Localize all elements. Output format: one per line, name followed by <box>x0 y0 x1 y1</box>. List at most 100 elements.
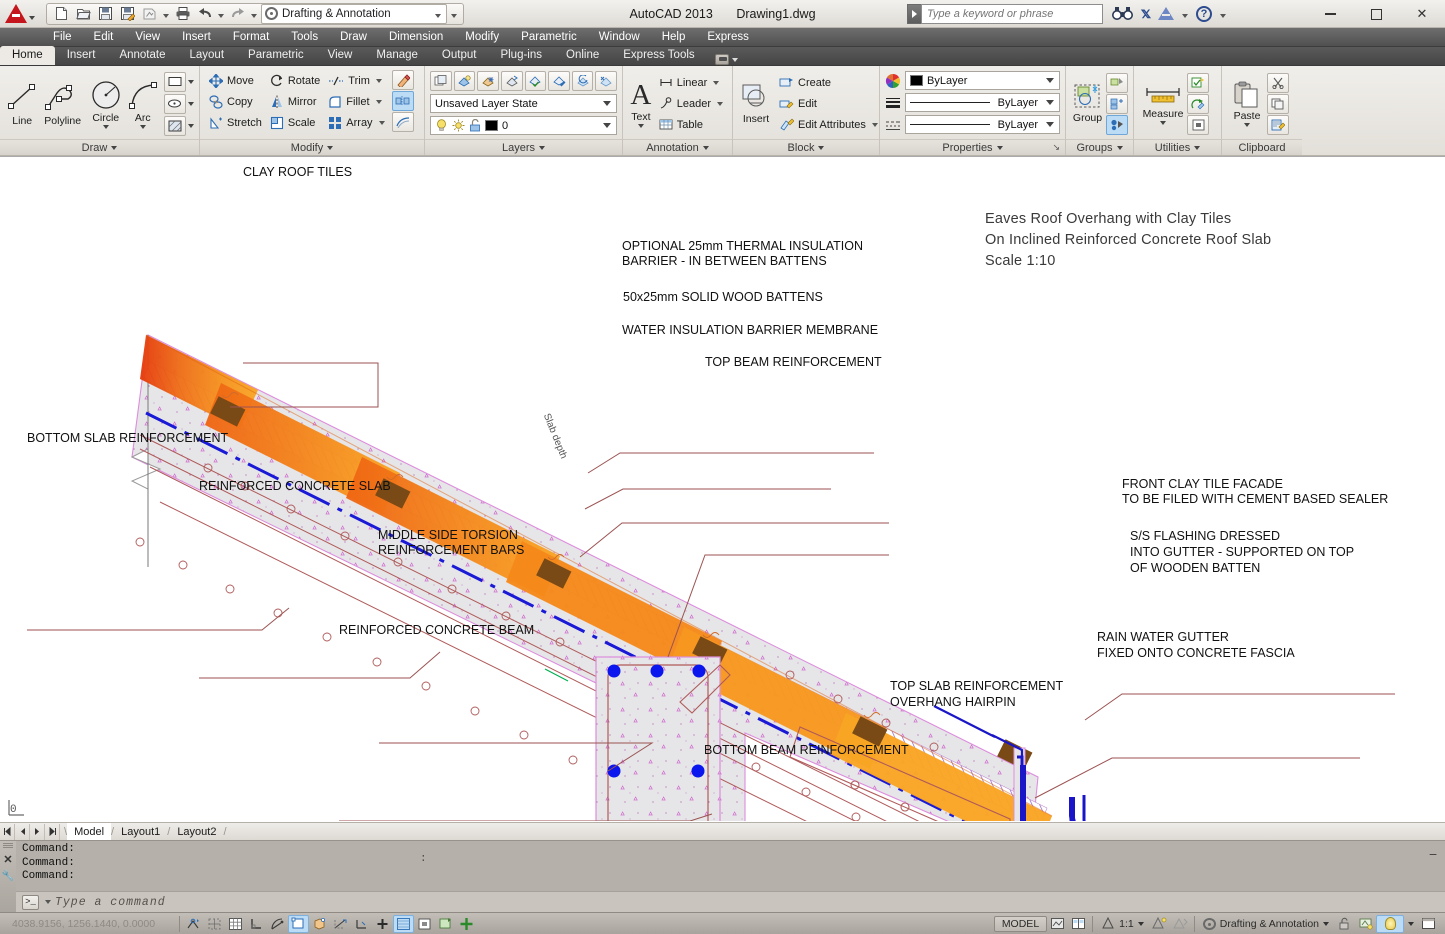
infer-constraints-toggle[interactable] <box>183 915 204 933</box>
allow-ucs-toggle[interactable] <box>351 915 372 933</box>
layout-tab-layout2[interactable]: Layout2 <box>170 823 223 841</box>
utilities-measure-button[interactable]: Measure <box>1139 73 1187 135</box>
search-binoculars-icon[interactable] <box>1112 6 1134 22</box>
layer-off-button[interactable] <box>454 71 476 91</box>
chevron-down-icon[interactable] <box>376 100 382 104</box>
utilities-point-style-button[interactable] <box>1187 115 1209 135</box>
layer-freeze-button[interactable] <box>477 71 499 91</box>
menu-item-modify[interactable]: Modify <box>454 28 510 47</box>
help-icon[interactable]: ? <box>1196 6 1212 22</box>
sun-freeze-icon[interactable] <box>452 119 465 132</box>
chevron-down-icon[interactable] <box>638 124 644 128</box>
layout-tab-layout1[interactable]: Layout1 <box>114 823 167 841</box>
tab-express-tools[interactable]: Express Tools <box>611 46 706 65</box>
chevron-down-icon[interactable] <box>45 900 51 904</box>
quick-properties-toggle[interactable] <box>435 915 456 933</box>
chevron-down-icon[interactable] <box>188 80 194 84</box>
command-history[interactable]: Command: Command: Command: : ⚊ <box>16 841 1445 891</box>
modify-stretch-button[interactable]: Stretch <box>205 112 266 133</box>
tab-output[interactable]: Output <box>430 46 489 65</box>
panel-title-draw[interactable]: Draw <box>0 139 199 155</box>
autodesk-360-icon[interactable] <box>1158 7 1174 20</box>
clipboard-copy-button[interactable] <box>1267 94 1289 114</box>
draw-polyline-button[interactable]: Polyline <box>39 73 86 135</box>
panel-title-block[interactable]: Block <box>733 139 879 155</box>
lock-toolbars-button[interactable] <box>1334 915 1355 933</box>
tab-parametric[interactable]: Parametric <box>236 46 316 65</box>
menu-item-help[interactable]: Help <box>651 28 697 47</box>
layout-nav-first[interactable] <box>0 824 15 840</box>
new-file-icon[interactable] <box>52 5 71 23</box>
groups-group-button[interactable]: Group <box>1069 73 1106 135</box>
plot-preview-menu-caret[interactable] <box>163 14 169 18</box>
modify-trim-button[interactable]: Trim <box>324 70 388 91</box>
draw-circle-button[interactable]: Circle <box>86 73 126 135</box>
modify-explode-button[interactable] <box>392 91 414 111</box>
menu-item-edit[interactable]: Edit <box>83 28 125 47</box>
block-edit-attributes-button[interactable]: Edit Attributes <box>775 114 882 135</box>
customize-wrench-icon[interactable]: 🔧 <box>2 871 14 882</box>
clipboard-cut-button[interactable] <box>1267 73 1289 93</box>
layer-isolate-button[interactable] <box>501 71 523 91</box>
annotation-leader-button[interactable]: Leader <box>655 93 727 114</box>
chevron-down-icon[interactable] <box>1408 922 1414 926</box>
command-input-row[interactable]: >_ Type a command <box>16 891 1445 912</box>
modify-copy-button[interactable]: Copy <box>205 91 266 112</box>
redo-menu-caret[interactable] <box>251 14 257 18</box>
close-icon[interactable]: ✕ <box>3 853 12 866</box>
tab-layout[interactable]: Layout <box>178 46 237 65</box>
selection-cycling-toggle[interactable] <box>456 915 477 933</box>
save-as-icon[interactable] <box>118 5 137 23</box>
chevron-down-icon[interactable] <box>188 124 194 128</box>
coordinates-display[interactable]: 4038.9156, 1256.1440, 0.0000 <box>0 918 176 930</box>
panel-dialog-launcher-icon[interactable]: ↘ <box>1052 142 1060 153</box>
tab-annotate[interactable]: Annotate <box>107 46 177 65</box>
panel-title-modify[interactable]: Modify <box>200 139 424 155</box>
chevron-down-icon[interactable] <box>717 102 723 106</box>
autodesk-360-caret[interactable] <box>1182 14 1188 18</box>
tab-home[interactable]: Home <box>0 46 55 65</box>
draw-line-button[interactable]: Line <box>5 73 39 135</box>
modify-mirror-button[interactable]: Mirror <box>266 91 324 112</box>
linetype-combo[interactable]: ByLayer <box>905 93 1060 112</box>
annotation-visibility-button[interactable] <box>1149 915 1170 933</box>
close-button[interactable]: ✕ <box>1399 0 1445 28</box>
layout-tab-model[interactable]: Model <box>67 823 111 841</box>
undo-menu-caret[interactable] <box>218 14 224 18</box>
workspace-selector[interactable]: Drafting & Annotation <box>261 4 447 24</box>
panel-title-utilities[interactable]: Utilities <box>1134 139 1221 155</box>
modify-erase-button[interactable] <box>392 70 414 90</box>
chevron-down-icon[interactable] <box>713 81 719 85</box>
modify-move-button[interactable]: Move <box>205 70 266 91</box>
modify-scale-button[interactable]: Scale <box>266 112 324 133</box>
modify-rotate-button[interactable]: Rotate <box>266 70 324 91</box>
undo-icon[interactable] <box>195 5 214 23</box>
menu-item-dimension[interactable]: Dimension <box>378 28 454 47</box>
panel-title-clipboard[interactable]: Clipboard <box>1222 139 1302 155</box>
3d-object-snap-toggle[interactable] <box>309 915 330 933</box>
save-icon[interactable] <box>96 5 115 23</box>
application-menu-button[interactable] <box>0 0 40 28</box>
draw-arc-button[interactable]: Arc <box>126 73 160 135</box>
modify-array-button[interactable]: Array <box>324 112 388 133</box>
modify-fillet-button[interactable]: Fillet <box>324 91 388 112</box>
open-file-icon[interactable] <box>74 5 93 23</box>
chevron-down-icon[interactable] <box>376 79 382 83</box>
model-space-button[interactable] <box>1047 915 1068 933</box>
lightbulb-icon[interactable] <box>435 119 448 132</box>
draw-ellipse-button[interactable] <box>164 94 186 114</box>
panel-title-groups[interactable]: Groups <box>1066 139 1133 155</box>
groups-ungroup-button[interactable] <box>1106 73 1128 93</box>
modify-offset-button[interactable] <box>392 112 414 132</box>
menu-item-insert[interactable]: Insert <box>171 28 222 47</box>
space-mode-button[interactable]: MODEL <box>994 916 1047 932</box>
layer-make-current-button[interactable] <box>525 71 547 91</box>
command-input[interactable]: Type a command <box>55 896 1439 909</box>
menu-item-window[interactable]: Window <box>588 28 651 47</box>
menu-item-express[interactable]: Express <box>696 28 760 47</box>
workspace-switcher[interactable]: Drafting & Annotation <box>1198 918 1334 930</box>
dynamic-input-toggle[interactable] <box>372 915 393 933</box>
block-insert-button[interactable]: Insert <box>739 73 773 135</box>
layer-properties-button[interactable] <box>430 71 452 91</box>
lineweight-combo[interactable]: ByLayer <box>905 115 1060 134</box>
